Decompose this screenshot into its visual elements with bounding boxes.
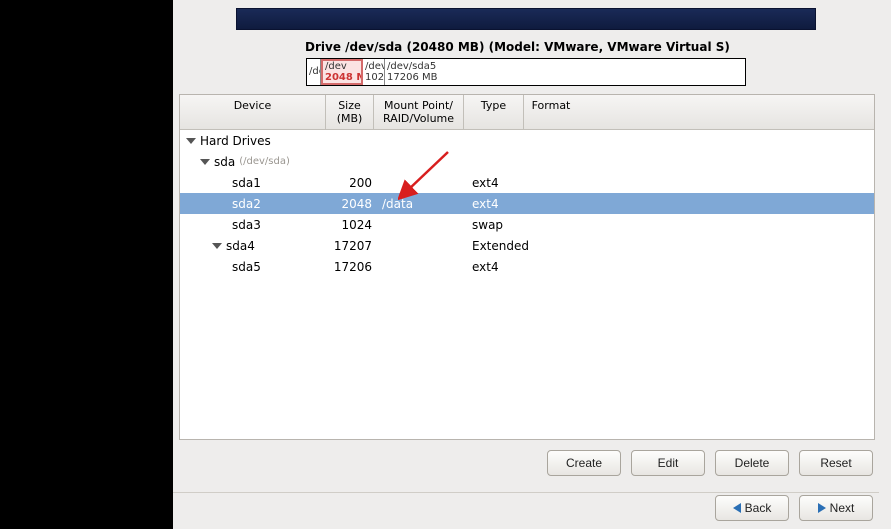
part-type: ext4 — [468, 176, 528, 190]
col-format[interactable]: Format — [524, 95, 578, 129]
table-body[interactable]: Hard Drivessda(/dev/sda)sda1200ext4sda22… — [180, 130, 874, 439]
table-row[interactable]: sda417207 Extended — [180, 235, 874, 256]
next-button[interactable]: Next — [799, 495, 873, 521]
col-device[interactable]: Device — [180, 95, 326, 129]
expander-icon[interactable] — [212, 243, 222, 249]
banner-wrap — [173, 0, 879, 40]
drive-part[interactable]: /dev102 — [363, 59, 385, 85]
tree-root: Hard Drives — [184, 134, 330, 148]
main-page: Drive /dev/sda (20480 MB) (Model: VMware… — [173, 0, 891, 529]
part-name: sda2 — [184, 197, 330, 211]
part-name: sda5 — [184, 260, 330, 274]
back-button[interactable]: Back — [715, 495, 789, 521]
create-button[interactable]: Create — [547, 450, 621, 476]
partition-table: Device Size (MB) Mount Point/ RAID/Volum… — [179, 94, 875, 440]
root-layout: Drive /dev/sda (20480 MB) (Model: VMware… — [0, 0, 891, 529]
delete-button[interactable]: Delete — [715, 450, 789, 476]
table-row[interactable]: sda31024 swap — [180, 214, 874, 235]
action-button-row: Create Edit Delete Reset — [173, 446, 879, 486]
installer-banner — [236, 8, 816, 30]
drive-partition-bar[interactable]: /dev/sda/dev2048 MB/dev102/dev/sda517206… — [306, 58, 746, 86]
reset-button[interactable]: Reset — [799, 450, 873, 476]
table-row[interactable]: sda22048/dataext4 — [180, 193, 874, 214]
part-type: ext4 — [468, 197, 528, 211]
expander-icon[interactable] — [186, 138, 196, 144]
drive-part[interactable]: /dev/sda517206 MB — [385, 59, 745, 85]
part-size: 17206 — [330, 260, 378, 274]
part-name: sda4 — [184, 239, 330, 253]
part-size: 200 — [330, 176, 378, 190]
part-type: Extended — [468, 239, 528, 253]
table-row[interactable]: sda517206 ext4 — [180, 256, 874, 277]
part-size: 17207 — [330, 239, 378, 253]
col-mount[interactable]: Mount Point/ RAID/Volume — [374, 95, 464, 129]
arrow-left-icon — [733, 503, 741, 513]
tree-disk: sda(/dev/sda) — [184, 155, 330, 169]
edit-button[interactable]: Edit — [631, 450, 705, 476]
drive-part[interactable]: /dev2048 MB — [321, 59, 363, 85]
part-size: 1024 — [330, 218, 378, 232]
expander-icon[interactable] — [200, 159, 210, 165]
drive-part[interactable]: /dev/sda — [307, 59, 321, 85]
part-type: ext4 — [468, 260, 528, 274]
table-row[interactable]: sda(/dev/sda) — [180, 151, 874, 172]
drive-summary: Drive /dev/sda (20480 MB) (Model: VMware… — [173, 40, 879, 86]
arrow-right-icon — [818, 503, 826, 513]
drive-title: Drive /dev/sda (20480 MB) (Model: VMware… — [305, 40, 730, 54]
left-black-sidebar — [0, 0, 173, 529]
table-row[interactable]: Hard Drives — [180, 130, 874, 151]
nav-button-row: Back Next — [173, 492, 879, 525]
table-row[interactable]: sda1200 ext4 — [180, 172, 874, 193]
part-name: sda3 — [184, 218, 330, 232]
part-mount: /data — [378, 197, 468, 211]
col-size[interactable]: Size (MB) — [326, 95, 374, 129]
col-type[interactable]: Type — [464, 95, 524, 129]
back-label: Back — [745, 501, 772, 515]
part-type: swap — [468, 218, 528, 232]
next-label: Next — [830, 501, 855, 515]
part-size: 2048 — [330, 197, 378, 211]
part-name: sda1 — [184, 176, 330, 190]
table-header: Device Size (MB) Mount Point/ RAID/Volum… — [180, 95, 874, 130]
